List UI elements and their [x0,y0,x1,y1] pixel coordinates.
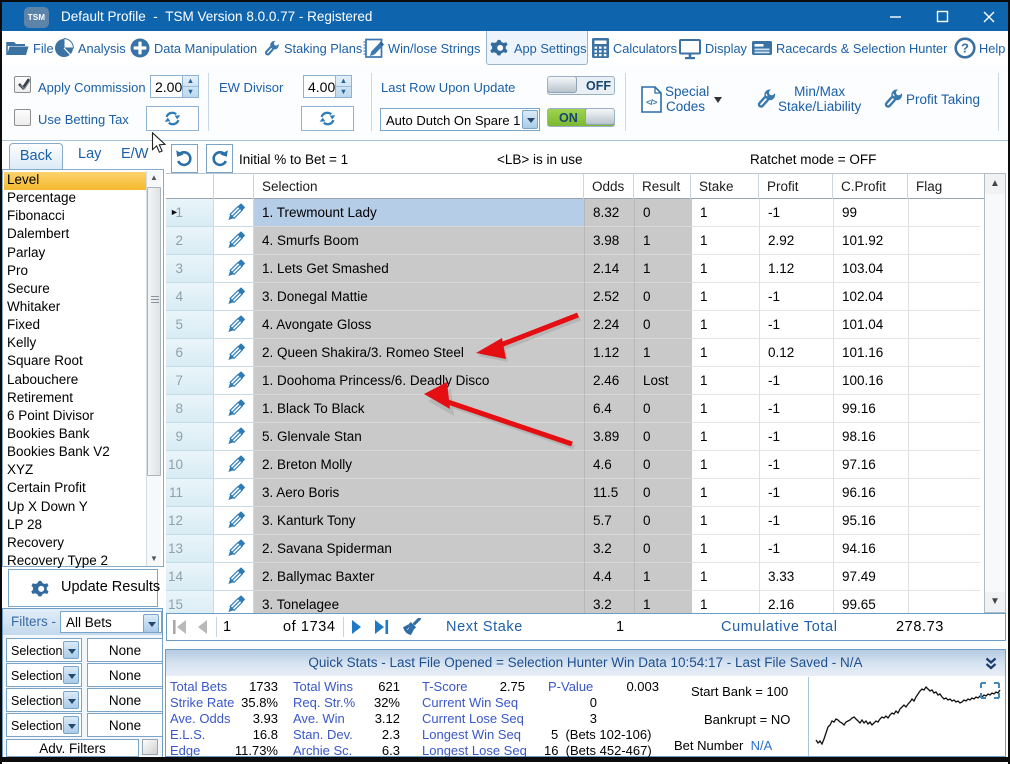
svg-text:</>: </> [646,97,657,107]
svg-text:?: ? [961,41,969,56]
